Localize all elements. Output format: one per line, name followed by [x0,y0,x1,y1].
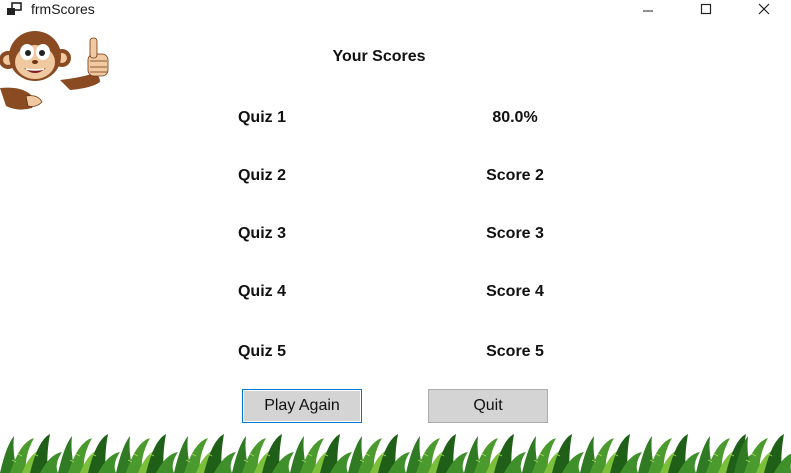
close-icon [758,3,770,15]
quiz-label-5: Quiz 5 [237,343,286,360]
quit-button[interactable]: Quit [428,389,548,423]
score-value-1: 80.0% [492,109,538,126]
quiz-label-1: Quiz 1 [237,109,286,126]
score-value-3: Score 3 [486,225,544,242]
quiz-label-3: Quiz 3 [237,225,286,242]
jungle-leaves-icon [0,433,791,473]
minimize-icon [643,10,653,12]
score-value-2: Score 2 [486,167,544,184]
quiz-label-4: Quiz 4 [237,283,286,300]
play-again-button[interactable]: Play Again [242,389,362,423]
monkey-mascot-icon [0,31,110,110]
maximize-button[interactable] [683,0,729,18]
window-title: frmScores [31,1,95,17]
score-value-5: Score 5 [486,343,544,360]
quiz-label-2: Quiz 2 [237,167,286,184]
app-window-icon [6,2,22,16]
maximize-icon [700,3,712,15]
title-bar: frmScores [0,0,791,18]
page-title: Your Scores [332,48,426,65]
minimize-button[interactable] [625,0,671,18]
close-button[interactable] [741,0,787,18]
score-value-4: Score 4 [486,283,544,300]
